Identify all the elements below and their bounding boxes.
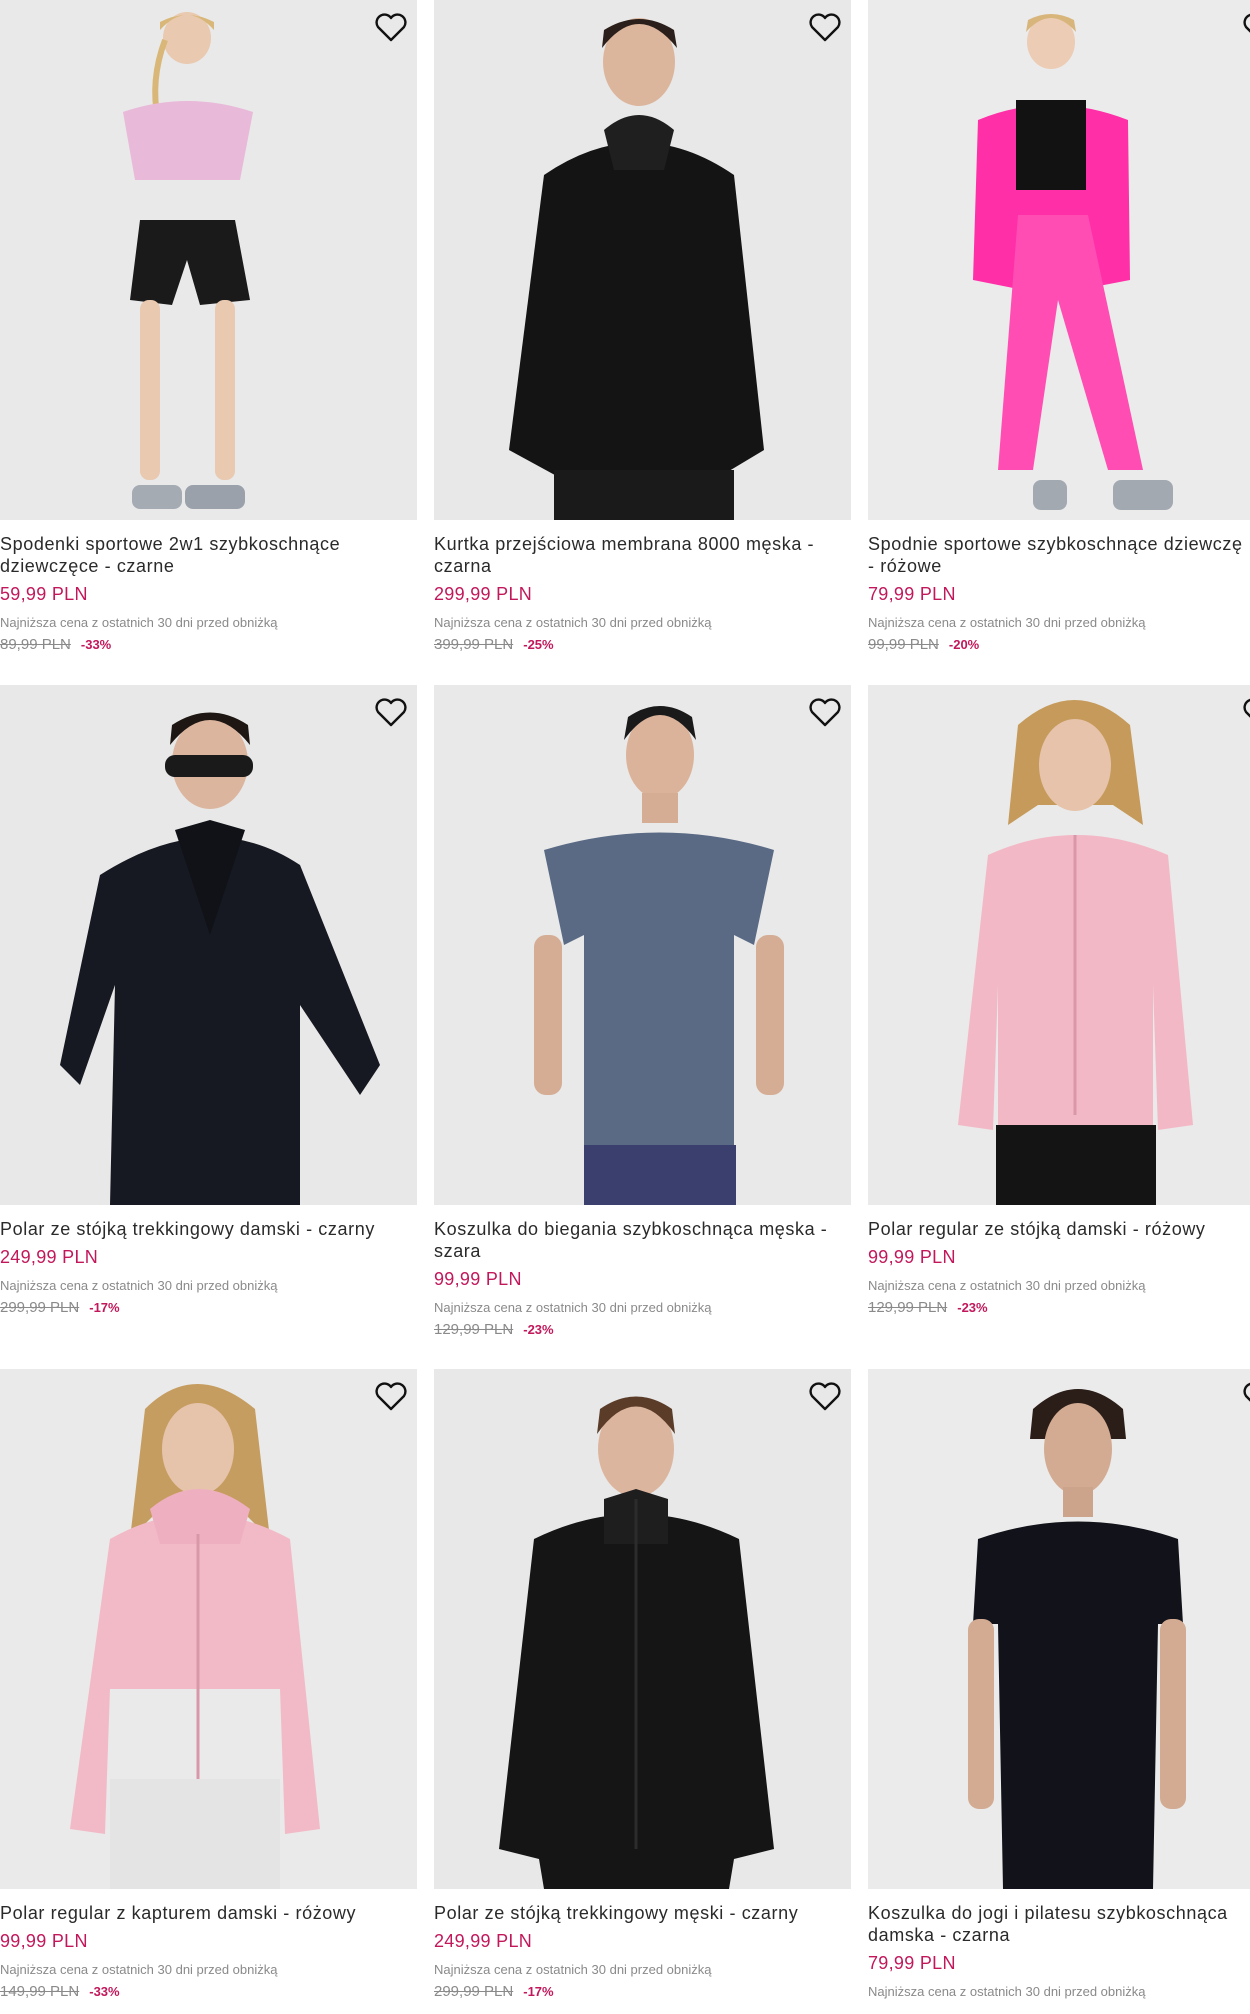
wishlist-heart-icon[interactable] — [373, 10, 409, 46]
product-card[interactable]: Polar ze stójką trekkingowy męski - czar… — [434, 1369, 851, 2001]
product-image[interactable] — [434, 685, 851, 1205]
product-price: 59,99 PLN — [0, 584, 88, 604]
discount-badge: -25% — [523, 637, 554, 652]
product-card[interactable]: Spodenki sportowe 2w1 szybkoschnące dzie… — [0, 0, 417, 654]
old-price-row: 399,99 PLN -25% — [434, 636, 851, 654]
product-info: Polar ze stójką trekkingowy damski - cza… — [0, 1205, 417, 1317]
product-title[interactable]: Polar regular z kapturem damski - różowy — [0, 1902, 417, 1924]
product-image[interactable] — [0, 0, 417, 520]
old-price: 89,99 PLN — [0, 636, 71, 653]
product-price: 79,99 PLN — [868, 1953, 956, 1973]
lowest-price-label: Najniższa cena z ostatnich 30 dni przed … — [434, 615, 712, 630]
wishlist-heart-icon[interactable] — [1241, 695, 1250, 731]
product-info: Koszulka do biegania szybkoschnąca męska… — [434, 1205, 851, 1339]
old-price-row: 99,99 PLN -20% — [868, 636, 1250, 654]
old-price: 99,99 PLN — [868, 636, 939, 653]
product-info: Spodnie sportowe szybkoschnące dziewczę … — [868, 520, 1250, 654]
product-info: Kurtka przejściowa membrana 8000 męska -… — [434, 520, 851, 654]
product-card[interactable]: Kurtka przejściowa membrana 8000 męska -… — [434, 0, 851, 654]
product-image[interactable] — [434, 1369, 851, 1889]
old-price: 129,99 PLN — [868, 1299, 948, 1316]
product-image[interactable] — [868, 0, 1250, 520]
product-image[interactable] — [868, 1369, 1250, 1889]
lowest-price-label: Najniższa cena z ostatnich 30 dni przed … — [434, 1962, 712, 1977]
old-price-row: 129,99 PLN -23% — [868, 1299, 1250, 1317]
product-card[interactable]: Spodnie sportowe szybkoschnące dziewczę … — [868, 0, 1250, 654]
lowest-price-label: Najniższa cena z ostatnich 30 dni przed … — [868, 1984, 1146, 1999]
wishlist-heart-icon[interactable] — [807, 1379, 843, 1415]
old-price-row: 89,99 PLN -33% — [0, 636, 417, 654]
lowest-price-label: Najniższa cena z ostatnich 30 dni przed … — [0, 615, 278, 630]
product-photo — [434, 685, 851, 1205]
product-info: Polar regular z kapturem damski - różowy… — [0, 1889, 417, 2001]
old-price-row: 129,99 PLN -23% — [434, 1321, 851, 1339]
product-card[interactable]: Polar regular ze stójką damski - różowy … — [868, 685, 1250, 1317]
product-photo — [0, 685, 417, 1205]
lowest-price-label: Najniższa cena z ostatnich 30 dni przed … — [0, 1962, 278, 1977]
product-title[interactable]: Spodnie sportowe szybkoschnące dziewczę … — [868, 533, 1250, 577]
old-price: 399,99 PLN — [434, 636, 514, 653]
product-title[interactable]: Kurtka przejściowa membrana 8000 męska -… — [434, 533, 851, 577]
product-card[interactable]: Polar ze stójką trekkingowy damski - cza… — [0, 685, 417, 1317]
wishlist-heart-icon[interactable] — [1241, 1379, 1250, 1415]
discount-badge: -20% — [948, 637, 980, 652]
wishlist-heart-icon[interactable] — [807, 10, 843, 46]
old-price: 129,99 PLN — [434, 1321, 514, 1338]
product-title[interactable]: Spodenki sportowe 2w1 szybkoschnące dzie… — [0, 533, 417, 577]
product-title[interactable]: Polar ze stójką trekkingowy męski - czar… — [434, 1902, 851, 1924]
product-info: Spodenki sportowe 2w1 szybkoschnące dzie… — [0, 520, 417, 654]
old-price-row: 299,99 PLN -17% — [434, 1983, 851, 2001]
product-price: 99,99 PLN — [0, 1931, 88, 1951]
product-title[interactable]: Koszulka do biegania szybkoschnąca męska… — [434, 1218, 851, 1262]
product-info: Koszulka do jogi i pilatesu szybkoschnąc… — [868, 1889, 1250, 2000]
discount-badge: -33% — [80, 637, 112, 652]
product-card[interactable]: Polar regular z kapturem damski - różowy… — [0, 1369, 417, 2001]
product-price: 249,99 PLN — [0, 1247, 99, 1267]
discount-badge: -23% — [523, 1322, 554, 1337]
old-price-row: 149,99 PLN -33% — [0, 1983, 417, 2001]
product-image[interactable] — [434, 0, 851, 520]
product-info: Polar regular ze stójką damski - różowy … — [868, 1205, 1250, 1317]
product-card[interactable]: Koszulka do jogi i pilatesu szybkoschnąc… — [868, 1369, 1250, 2000]
product-photo — [868, 0, 1250, 520]
product-photo — [0, 0, 417, 520]
product-title[interactable]: Polar ze stójką trekkingowy damski - cza… — [0, 1218, 417, 1240]
product-photo — [868, 685, 1250, 1205]
wishlist-heart-icon[interactable] — [373, 695, 409, 731]
wishlist-heart-icon[interactable] — [1241, 10, 1250, 46]
product-title[interactable]: Polar regular ze stójką damski - różowy — [868, 1218, 1250, 1240]
old-price: 299,99 PLN — [434, 1983, 514, 2000]
old-price-row: 299,99 PLN -17% — [0, 1299, 417, 1317]
wishlist-heart-icon[interactable] — [807, 695, 843, 731]
product-image[interactable] — [868, 685, 1250, 1205]
product-price: 249,99 PLN — [434, 1931, 533, 1951]
product-grid: Spodenki sportowe 2w1 szybkoschnące dzie… — [0, 0, 1250, 2014]
product-price: 99,99 PLN — [434, 1269, 522, 1289]
lowest-price-label: Najniższa cena z ostatnich 30 dni przed … — [868, 1278, 1146, 1293]
product-image[interactable] — [0, 1369, 417, 1889]
product-image[interactable] — [0, 685, 417, 1205]
lowest-price-label: Najniższa cena z ostatnich 30 dni przed … — [868, 615, 1146, 630]
lowest-price-label: Najniższa cena z ostatnich 30 dni przed … — [434, 1300, 712, 1315]
product-title[interactable]: Koszulka do jogi i pilatesu szybkoschnąc… — [868, 1902, 1250, 1946]
product-info: Polar ze stójką trekkingowy męski - czar… — [434, 1889, 851, 2001]
lowest-price-label: Najniższa cena z ostatnich 30 dni przed … — [0, 1278, 278, 1293]
product-price: 299,99 PLN — [434, 584, 533, 604]
discount-badge: -17% — [89, 1300, 120, 1315]
product-photo — [434, 0, 851, 520]
wishlist-heart-icon[interactable] — [373, 1379, 409, 1415]
old-price: 299,99 PLN — [0, 1299, 80, 1316]
product-photo — [0, 1369, 417, 1889]
discount-badge: -17% — [523, 1984, 554, 1999]
product-photo — [868, 1369, 1250, 1889]
discount-badge: -33% — [89, 1984, 120, 1999]
old-price: 149,99 PLN — [0, 1983, 80, 2000]
discount-badge: -23% — [957, 1300, 988, 1315]
product-price: 99,99 PLN — [868, 1247, 956, 1267]
product-photo — [434, 1369, 851, 1889]
product-price: 79,99 PLN — [868, 584, 956, 604]
product-card[interactable]: Koszulka do biegania szybkoschnąca męska… — [434, 685, 851, 1339]
